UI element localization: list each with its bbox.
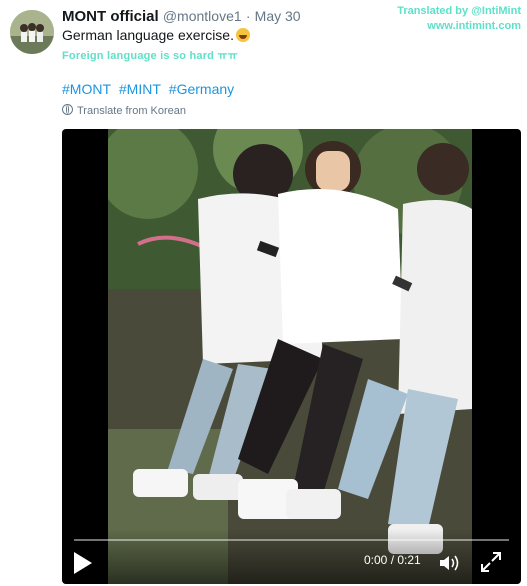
- translation-overlay-text: Foreign language is so hard ㅠㅠ: [62, 50, 238, 62]
- translator-credit: Translated by @IntiMint www.intimint.com: [397, 4, 521, 34]
- tweet-date[interactable]: May 30: [255, 8, 301, 24]
- translate-link[interactable]: Translate from Korean: [62, 104, 186, 117]
- globe-icon: [62, 104, 73, 115]
- hashtags: #MONT #MINT #Germany: [62, 81, 238, 97]
- avatar-image: [10, 10, 54, 54]
- video-time: 0:00 / 0:21: [364, 553, 421, 567]
- separator: ·: [245, 8, 251, 24]
- user-handle[interactable]: @montlove1: [163, 8, 242, 24]
- video-controls: 0:00 / 0:21: [62, 529, 521, 584]
- video-still-image: [108, 129, 472, 584]
- progress-bar[interactable]: [74, 539, 509, 541]
- grinning-face-icon: [236, 28, 250, 42]
- credit-line-2: www.intimint.com: [427, 20, 521, 32]
- credit-line-1: Translated by @IntiMint: [397, 5, 521, 17]
- tweet-text: German language exercise.: [62, 27, 250, 43]
- translate-label: Translate from Korean: [77, 105, 187, 117]
- fullscreen-icon[interactable]: [480, 551, 502, 573]
- avatar[interactable]: [10, 10, 54, 54]
- volume-icon[interactable]: [438, 553, 462, 573]
- video-frame: [108, 129, 472, 584]
- hashtag-germany[interactable]: #Germany: [169, 81, 234, 97]
- hashtag-mont[interactable]: #MONT: [62, 81, 111, 97]
- hashtag-mint[interactable]: #MINT: [119, 81, 161, 97]
- display-name[interactable]: MONT official: [62, 8, 159, 25]
- video-player[interactable]: 0:00 / 0:21: [62, 129, 521, 584]
- tweet-header: MONT official @montlove1 · May 30: [62, 8, 301, 25]
- tweet-text-content: German language exercise.: [62, 27, 234, 43]
- play-icon[interactable]: [74, 552, 92, 574]
